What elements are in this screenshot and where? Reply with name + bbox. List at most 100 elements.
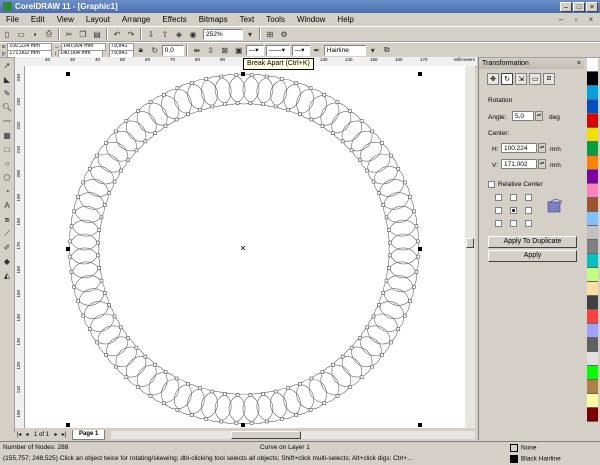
- anchor-bottom-left[interactable]: [495, 220, 502, 227]
- handle-bottom-right[interactable]: [418, 423, 422, 427]
- color-swatch[interactable]: [587, 254, 598, 268]
- start-arrow-select[interactable]: —▾: [245, 44, 264, 56]
- outline-width-select[interactable]: Hairline: [323, 44, 366, 56]
- line-style-select[interactable]: ——▾: [265, 44, 290, 56]
- menu-help[interactable]: Help: [331, 15, 359, 24]
- new-icon[interactable]: ▯: [1, 28, 13, 40]
- mirror-h-icon[interactable]: ⇹: [191, 44, 203, 56]
- color-swatch[interactable]: [587, 394, 598, 408]
- drawing-canvas[interactable]: [25, 66, 465, 428]
- menu-edit[interactable]: Edit: [25, 15, 51, 24]
- anchor-top-left[interactable]: [495, 194, 502, 201]
- menu-bitmaps[interactable]: Bitmaps: [193, 15, 234, 24]
- doc-restore-icon[interactable]: ▫: [570, 14, 582, 26]
- color-swatch[interactable]: [587, 296, 598, 310]
- fill-indicator[interactable]: None: [510, 444, 537, 452]
- handle-right[interactable]: [418, 247, 422, 251]
- pick-tool-icon[interactable]: ➚: [1, 59, 13, 72]
- size-tab-icon[interactable]: ▭: [529, 73, 541, 85]
- color-swatch[interactable]: [587, 86, 598, 100]
- color-swatch[interactable]: [587, 114, 598, 128]
- outline-width-dropdown-icon[interactable]: ▾: [367, 44, 379, 56]
- break-apart-icon[interactable]: ⊠: [219, 44, 231, 56]
- menu-view[interactable]: View: [51, 15, 80, 24]
- menu-tools[interactable]: Tools: [260, 15, 291, 24]
- import-icon[interactable]: ⇩: [145, 28, 157, 40]
- handle-top-right[interactable]: [418, 72, 422, 76]
- eyedropper-icon[interactable]: ⟋: [1, 227, 13, 240]
- redo-icon[interactable]: ↷: [125, 28, 137, 40]
- doc-minimize-icon[interactable]: –: [555, 14, 567, 26]
- position-tab-icon[interactable]: ✥: [487, 73, 499, 85]
- rectangle-tool-icon[interactable]: □: [1, 143, 13, 156]
- anchor-middle-left[interactable]: [495, 207, 502, 214]
- zoom-dropdown-icon[interactable]: ▾: [244, 28, 256, 40]
- basic-shapes-icon[interactable]: ◔: [1, 185, 13, 198]
- shape-tool-icon[interactable]: ◣: [1, 73, 13, 86]
- menu-file[interactable]: File: [0, 15, 25, 24]
- to-front-icon[interactable]: ⧉: [381, 44, 393, 56]
- color-swatch[interactable]: [587, 226, 598, 240]
- app-launcher-icon[interactable]: ◈: [173, 28, 185, 40]
- anchor-top-right[interactable]: [525, 194, 532, 201]
- end-arrow-select[interactable]: —▾: [291, 44, 310, 56]
- anchor-bottom-right[interactable]: [525, 220, 532, 227]
- color-swatch[interactable]: [587, 58, 598, 72]
- prev-page-icon[interactable]: ◂: [23, 431, 31, 439]
- menu-window[interactable]: Window: [291, 15, 331, 24]
- center-h-input[interactable]: 100,224: [501, 143, 537, 153]
- close-button[interactable]: ×: [586, 1, 598, 12]
- color-swatch[interactable]: [587, 240, 598, 254]
- paste-icon[interactable]: ▤: [91, 28, 103, 40]
- copy-icon[interactable]: ❐: [77, 28, 89, 40]
- handle-top[interactable]: [241, 72, 245, 76]
- options-icon[interactable]: ⚙: [278, 28, 290, 40]
- relative-center-checkbox[interactable]: [488, 181, 495, 188]
- freehand-tool-icon[interactable]: 〰: [1, 115, 13, 128]
- rotation-angle-field[interactable]: 0,0: [161, 44, 184, 56]
- handle-bottom-left[interactable]: [66, 423, 70, 427]
- handle-top-left[interactable]: [66, 72, 70, 76]
- export-icon[interactable]: ⇧: [159, 28, 171, 40]
- color-swatch[interactable]: [587, 324, 598, 338]
- zoom-level-field[interactable]: 252%: [203, 28, 243, 40]
- smart-fill-icon[interactable]: ▦: [1, 129, 13, 142]
- menu-arrange[interactable]: Arrange: [116, 15, 156, 24]
- skew-tab-icon[interactable]: ⧄: [543, 73, 555, 85]
- color-swatch[interactable]: [587, 142, 598, 156]
- print-icon[interactable]: ⎙: [43, 28, 55, 40]
- vertical-scroll-thumb[interactable]: [466, 238, 474, 248]
- rotate-tab-icon[interactable]: ↻: [501, 73, 513, 85]
- center-h-spinner[interactable]: ▴▾: [538, 143, 546, 153]
- scale-tab-icon[interactable]: ⇲: [515, 73, 527, 85]
- polygon-tool-icon[interactable]: ⬠: [1, 171, 13, 184]
- color-swatch[interactable]: [587, 282, 598, 296]
- menu-layout[interactable]: Layout: [80, 15, 116, 24]
- color-swatch[interactable]: [587, 310, 598, 324]
- combine-icon[interactable]: ▣: [233, 44, 245, 56]
- rotation-icon[interactable]: ↻: [149, 44, 161, 56]
- minimize-button[interactable]: –: [560, 1, 572, 12]
- fill-tool-icon[interactable]: ◆: [1, 255, 13, 268]
- outline-indicator[interactable]: Black Hairline: [510, 455, 561, 463]
- horizontal-scrollbar[interactable]: [111, 431, 475, 439]
- undo-icon[interactable]: ↶: [111, 28, 123, 40]
- interactive-blend-icon[interactable]: ⧈: [1, 213, 13, 226]
- color-swatch[interactable]: [587, 268, 598, 282]
- lock-ratio-icon[interactable]: 🔒︎: [135, 44, 147, 56]
- anchor-bottom-center[interactable]: [510, 220, 517, 227]
- apply-to-duplicate-button[interactable]: Apply To Duplicate: [488, 236, 577, 248]
- apply-button[interactable]: Apply: [488, 250, 577, 262]
- anchor-middle-right[interactable]: [525, 207, 532, 214]
- handle-bottom[interactable]: [241, 423, 245, 427]
- menu-effects[interactable]: Effects: [156, 15, 192, 24]
- cut-icon[interactable]: ✂: [63, 28, 75, 40]
- center-marker-icon[interactable]: [240, 245, 246, 251]
- color-swatch[interactable]: [587, 408, 598, 422]
- last-page-icon[interactable]: ▸|: [60, 431, 68, 439]
- color-swatch[interactable]: [587, 198, 598, 212]
- angle-spinner[interactable]: ▴▾: [535, 111, 543, 121]
- text-tool-icon[interactable]: A: [1, 199, 13, 212]
- center-v-spinner[interactable]: ▴▾: [538, 159, 546, 169]
- color-swatch[interactable]: [587, 212, 598, 226]
